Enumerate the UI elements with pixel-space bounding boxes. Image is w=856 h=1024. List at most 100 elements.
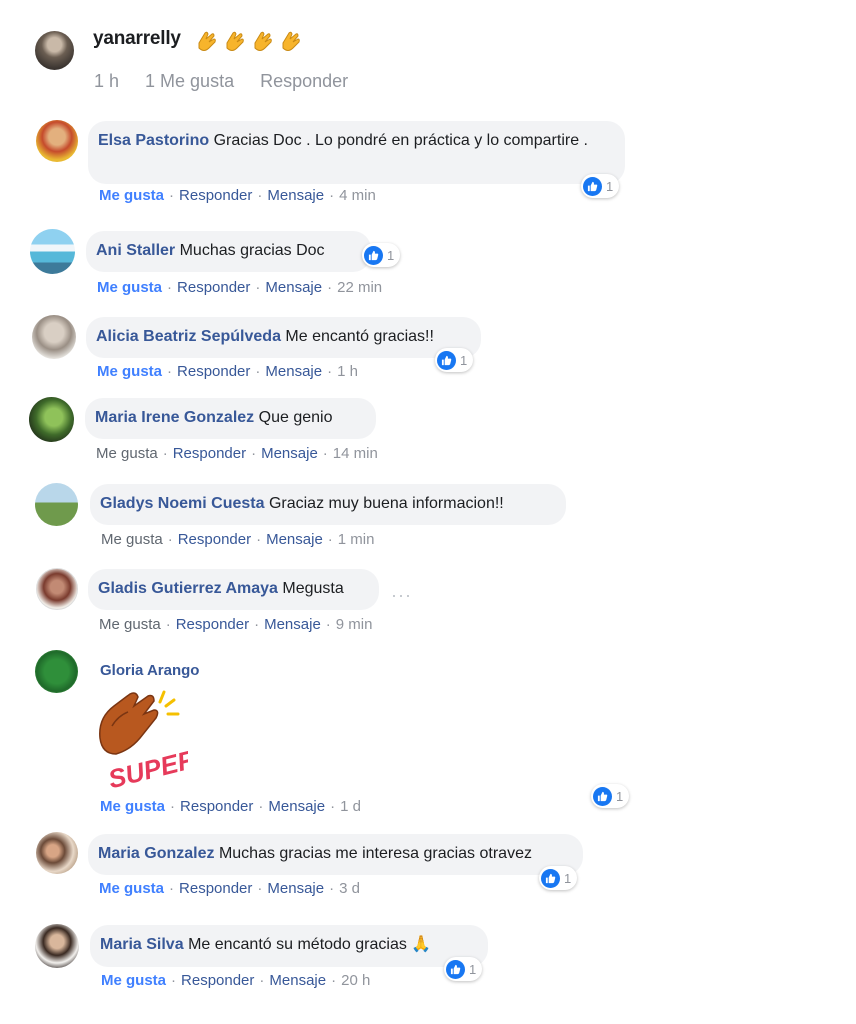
like-button[interactable]: Me gusta — [99, 880, 164, 897]
comment-text: Me encantó su método gracias 🙏 — [188, 936, 432, 953]
avatar-maria-gonzalez[interactable] — [36, 832, 78, 874]
comment-time[interactable]: 20 h — [341, 972, 370, 989]
message-button[interactable]: Mensaje — [265, 363, 322, 380]
reaction-count[interactable]: 1 — [444, 957, 483, 981]
reaction-count[interactable]: 1 — [435, 348, 474, 372]
avatar-gladys-noemi-cuesta[interactable] — [35, 483, 78, 526]
like-button[interactable]: Me gusta — [100, 798, 165, 815]
comment-time[interactable]: 1 h — [94, 71, 119, 92]
comment-time[interactable]: 14 min — [333, 445, 378, 462]
like-icon — [583, 176, 602, 196]
avatar-alicia-beatriz-sepulveda[interactable] — [32, 315, 76, 359]
comment-bubble: Maria Silva Me encantó su método gracias… — [90, 925, 488, 967]
comment-bubble: Maria Irene Gonzalez Que genio — [85, 398, 376, 439]
like-button[interactable]: Me gusta — [99, 616, 161, 633]
comment-bubble: Gladys Noemi Cuesta Graciaz muy buena in… — [90, 484, 566, 525]
comment-author[interactable]: Maria Gonzalez — [98, 845, 214, 862]
like-button[interactable]: Me gusta — [97, 279, 162, 296]
like-icon — [541, 868, 560, 888]
comment-meta: Me gusta · Responder · Mensaje · 1 h — [97, 363, 358, 380]
comment-time[interactable]: 1 h — [337, 363, 358, 380]
message-button[interactable]: Mensaje — [268, 798, 325, 815]
comment-author[interactable]: Gladis Gutierrez Amaya — [98, 580, 278, 597]
comment-time[interactable]: 9 min — [336, 616, 373, 633]
comment-author[interactable]: Maria Silva — [100, 936, 184, 953]
more-options-icon[interactable]: ··· — [391, 585, 412, 606]
comment-author[interactable]: Elsa Pastorino — [98, 132, 209, 149]
comment-meta: Me gusta · Responder · Mensaje · 3 d — [99, 880, 360, 897]
like-button[interactable]: Me gusta — [101, 531, 163, 548]
comment-meta: Me gusta · Responder · Mensaje · 9 min — [99, 616, 373, 633]
comment-time[interactable]: 4 min — [339, 187, 376, 204]
comment-meta: Me gusta · Responder · Mensaje · 1 d — [100, 798, 361, 815]
comment-text: Megusta — [282, 580, 344, 597]
like-button[interactable]: Me gusta — [96, 445, 158, 462]
reply-button[interactable]: Responder — [260, 71, 348, 92]
comment-actions: 1 h 1 Me gusta Responder — [94, 71, 374, 92]
comment-text: Me encantó gracias!! — [285, 328, 434, 345]
reply-button[interactable]: Responder — [177, 363, 250, 380]
message-button[interactable]: Mensaje — [266, 531, 323, 548]
reply-button[interactable]: Responder — [179, 880, 252, 897]
like-button[interactable]: Me gusta — [101, 972, 166, 989]
comment-time[interactable]: 3 d — [339, 880, 360, 897]
avatar-elsa-pastorino[interactable] — [36, 120, 78, 162]
avatar-yanarrelly[interactable] — [35, 31, 74, 70]
avatar-maria-irene-gonzalez[interactable] — [29, 397, 74, 442]
comment-author[interactable]: yanarrelly — [93, 28, 181, 50]
comment-text: Muchas gracias Doc — [179, 242, 325, 259]
comment-meta: Me gusta · Responder · Mensaje · 20 h — [101, 972, 371, 989]
avatar-ani-staller[interactable] — [30, 229, 75, 274]
comment-meta: Me gusta · Responder · Mensaje · 1 min — [101, 531, 375, 548]
message-button[interactable]: Mensaje — [264, 616, 321, 633]
comment-author[interactable]: Ani Staller — [96, 242, 175, 259]
reaction-count[interactable]: 1 — [362, 243, 401, 267]
like-icon — [437, 350, 456, 370]
reply-button[interactable]: Responder — [173, 445, 246, 462]
clapping-hands-icon — [282, 31, 300, 51]
comment-author[interactable]: Maria Irene Gonzalez — [95, 409, 254, 426]
comment-meta: Me gusta · Responder · Mensaje · 22 min — [97, 279, 383, 296]
reaction-count[interactable]: 1 — [539, 866, 578, 890]
avatar-gladis-gutierrez-amaya[interactable] — [36, 568, 78, 610]
avatar-maria-silva[interactable] — [35, 924, 79, 968]
reply-button[interactable]: Responder — [180, 798, 253, 815]
comment-time[interactable]: 1 min — [338, 531, 375, 548]
reaction-count[interactable]: 1 — [581, 174, 620, 198]
reaction-count[interactable]: 1 — [591, 784, 630, 808]
reply-button[interactable]: Responder — [176, 616, 249, 633]
message-button[interactable]: Mensaje — [265, 279, 322, 296]
comment-author[interactable]: Gloria Arango — [100, 662, 199, 679]
reaction-number: 1 — [387, 247, 395, 263]
like-icon — [364, 245, 383, 265]
comment-bubble: Alicia Beatriz Sepúlveda Me encantó grac… — [86, 317, 481, 358]
like-button[interactable]: Me gusta — [99, 187, 164, 204]
reaction-number: 1 — [564, 870, 572, 886]
message-button[interactable]: Mensaje — [269, 972, 326, 989]
comment-text: Graciaz muy buena informacion!! — [268, 495, 504, 512]
reply-button[interactable]: Responder — [179, 187, 252, 204]
reply-button[interactable]: Responder — [177, 279, 250, 296]
message-button[interactable]: Mensaje — [261, 445, 318, 462]
like-button[interactable]: Me gusta — [97, 363, 162, 380]
comment-time[interactable]: 22 min — [337, 279, 382, 296]
reaction-number: 1 — [469, 961, 477, 977]
comment-author[interactable]: Alicia Beatriz Sepúlveda — [96, 328, 281, 345]
clapping-hands-emoji-row — [194, 29, 304, 55]
clapping-super-sticker[interactable]: SUPER! — [96, 688, 188, 790]
message-button[interactable]: Mensaje — [267, 187, 324, 204]
reaction-number: 1 — [616, 788, 624, 804]
comment-time[interactable]: 1 d — [340, 798, 361, 815]
reply-button[interactable]: Responder — [181, 972, 254, 989]
clapping-hands-icon — [226, 31, 244, 51]
comment-text: Muchas gracias me interesa gracias otrav… — [218, 845, 532, 862]
reply-button[interactable]: Responder — [178, 531, 251, 548]
reaction-number: 1 — [460, 352, 468, 368]
like-icon — [446, 959, 465, 979]
comment-text: Gracias Doc . Lo pondré en práctica y lo… — [213, 132, 588, 149]
likes-count[interactable]: 1 Me gusta — [145, 71, 234, 92]
comment-author[interactable]: Gladys Noemi Cuesta — [100, 495, 265, 512]
avatar-gloria-arango[interactable] — [35, 650, 78, 693]
comment-text: Que genio — [258, 409, 333, 426]
message-button[interactable]: Mensaje — [267, 880, 324, 897]
